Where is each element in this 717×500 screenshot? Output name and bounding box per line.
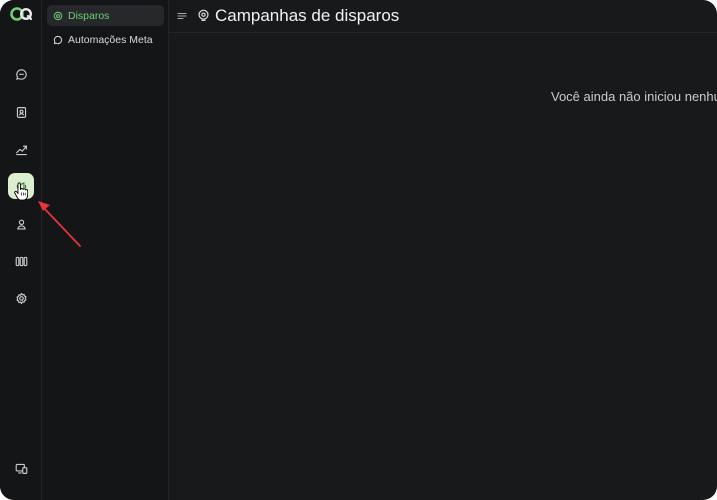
- icon-rail: [0, 0, 42, 500]
- subnav-item-automacoes-meta[interactable]: Automações Meta: [47, 29, 164, 50]
- rail-item-devices[interactable]: [8, 455, 34, 481]
- sub-sidebar: Disparos Automações Meta: [42, 0, 169, 500]
- rail-item-chats[interactable]: [8, 61, 34, 87]
- rail-item-analytics[interactable]: [8, 136, 34, 162]
- subnav-item-label: Disparos: [68, 9, 110, 22]
- app-logo-icon: [10, 7, 32, 21]
- broadcast-icon: [198, 9, 209, 21]
- subnav-item-label: Automações Meta: [68, 33, 153, 46]
- rail-item-contacts[interactable]: [8, 99, 34, 125]
- hand-cursor-icon: [14, 182, 28, 201]
- devices-icon: [15, 463, 27, 474]
- main-content: Campanhas de disparos Você ainda não ini…: [169, 0, 717, 500]
- trending-up-icon: [15, 145, 27, 155]
- chat-bubble-icon: [53, 35, 63, 44]
- empty-state-message: Você ainda não iniciou nenhuma campanha: [551, 89, 717, 104]
- broadcast-icon: [53, 11, 63, 20]
- menu-icon[interactable]: [177, 11, 187, 21]
- subnav-item-disparos[interactable]: Disparos: [47, 5, 164, 26]
- rail-item-kanban[interactable]: [8, 248, 34, 274]
- page-title: Campanhas de disparos: [215, 6, 400, 25]
- app-window: Disparos Automações Meta Campanhas de di…: [0, 0, 717, 500]
- contacts-icon: [16, 106, 26, 118]
- rail-item-team[interactable]: [8, 211, 34, 237]
- team-icon: [16, 219, 26, 230]
- rail-item-settings[interactable]: [8, 285, 34, 311]
- page-header: Campanhas de disparos: [169, 0, 717, 33]
- gear-icon: [15, 292, 27, 304]
- chat-bubble-icon: [15, 68, 27, 80]
- kanban-columns-icon: [15, 256, 27, 266]
